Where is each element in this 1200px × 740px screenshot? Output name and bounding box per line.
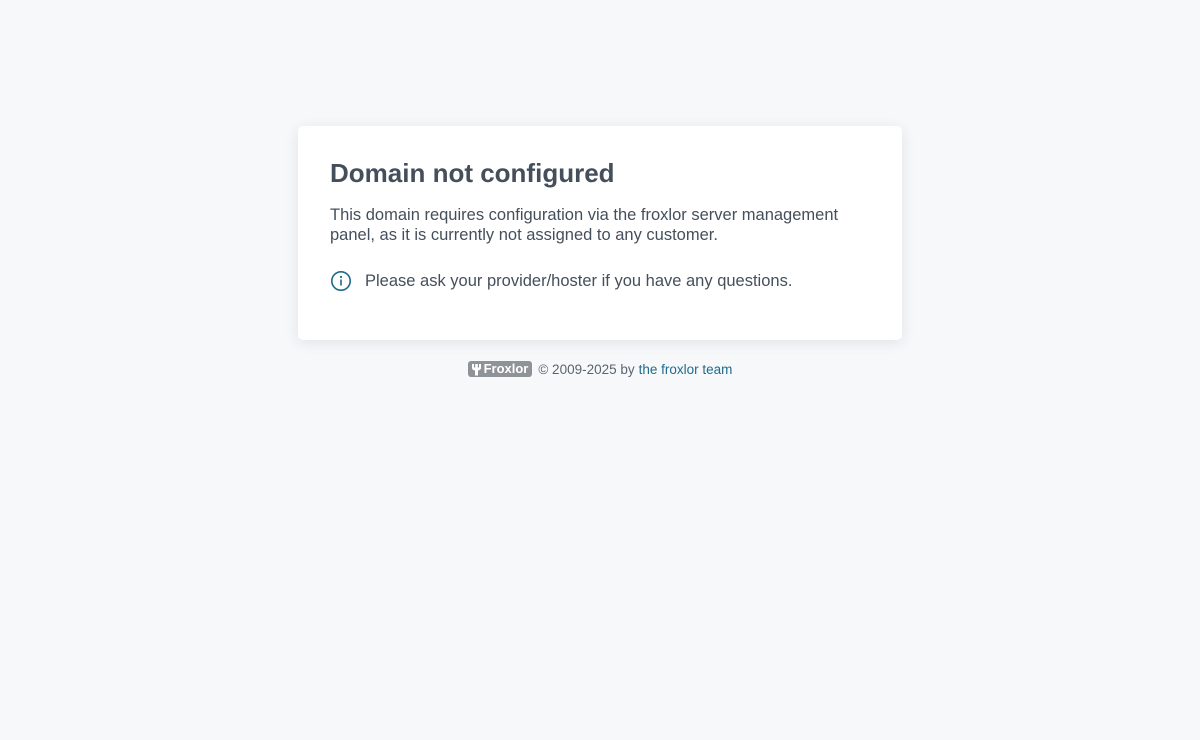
page-title: Domain not configured bbox=[330, 158, 615, 188]
wrench-icon bbox=[471, 363, 482, 376]
logo-text: Froxlor bbox=[483, 361, 529, 376]
froxlor-logo: Froxlor bbox=[467, 361, 533, 377]
info-message: Please ask your provider/hoster if you h… bbox=[330, 270, 870, 292]
info-text: Please ask your provider/hoster if you h… bbox=[365, 272, 793, 290]
footer: Froxlor © 2009-2025 by the froxlor team bbox=[0, 359, 1200, 379]
info-circle-icon bbox=[330, 270, 352, 292]
error-card: Domain not configured This domain requir… bbox=[298, 126, 902, 340]
copyright-text: © 2009-2025 by bbox=[538, 361, 635, 377]
description-text: This domain requires configuration via t… bbox=[330, 206, 839, 244]
froxlor-team-link[interactable]: the froxlor team bbox=[639, 362, 733, 377]
